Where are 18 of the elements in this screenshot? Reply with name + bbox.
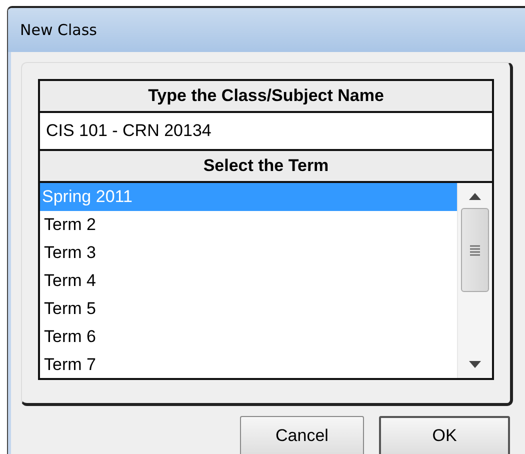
scrollbar[interactable] (457, 183, 492, 378)
section-heading: Select the Term (38, 149, 494, 183)
scroll-down-icon[interactable] (469, 361, 481, 368)
scroll-up-icon[interactable] (469, 193, 481, 200)
term-item[interactable]: Term 6 (40, 323, 457, 351)
term-item[interactable]: Term 5 (40, 295, 457, 323)
grip-icon (469, 244, 481, 256)
term-item[interactable]: Term 3 (40, 239, 457, 267)
ok-button[interactable]: OK (379, 416, 510, 454)
term-item[interactable]: Term 2 (40, 211, 457, 239)
term-item[interactable]: Term 7 (40, 351, 457, 378)
section-heading: Type the Class/Subject Name (38, 79, 494, 113)
term-item[interactable]: Term 4 (40, 267, 457, 295)
cancel-button[interactable]: Cancel (240, 416, 364, 454)
class-name-field[interactable]: CIS 101 - CRN 20134 (38, 113, 494, 149)
scroll-thumb[interactable] (461, 208, 489, 292)
window-title: New Class (20, 21, 97, 39)
term-list[interactable]: Spring 2011 Term 2 Term 3 Term 4 Term 5 Term 6 Term 7 (38, 183, 494, 380)
